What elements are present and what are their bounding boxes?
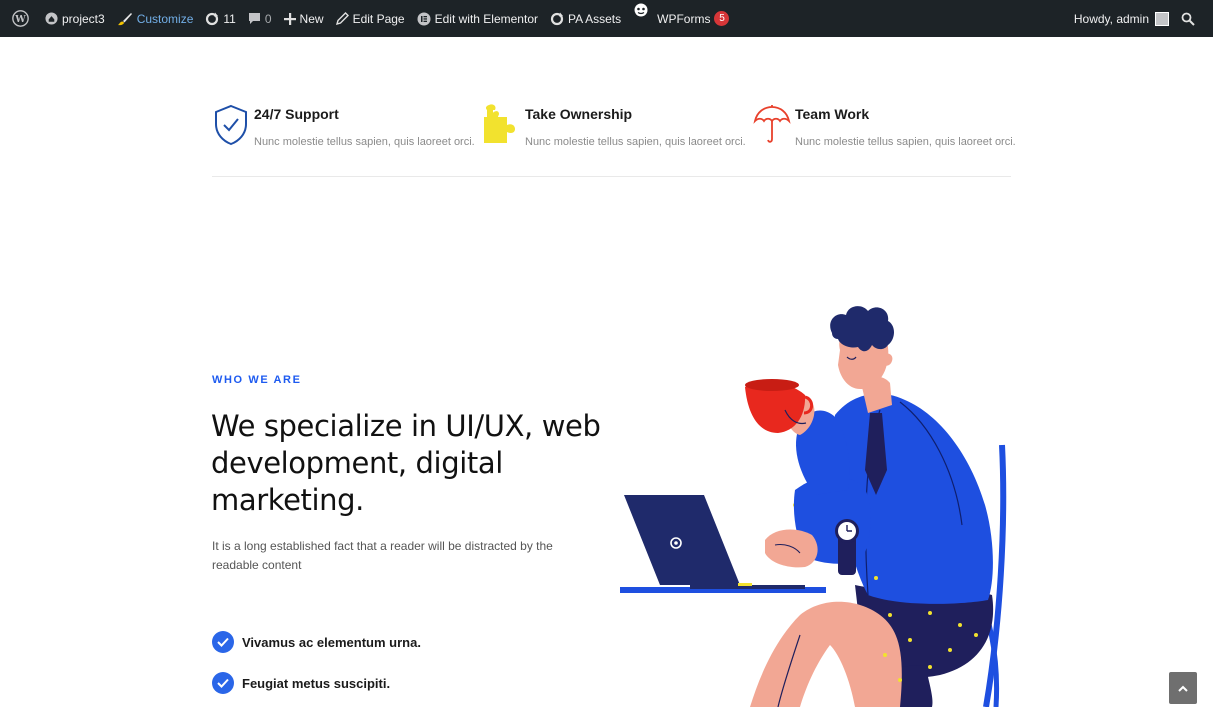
- section-headline: We specialize in UI/UX, web development,…: [211, 409, 601, 517]
- edit-elementor-label: Edit with Elementor: [434, 11, 538, 26]
- search-icon: [1181, 12, 1195, 26]
- customize-label: Customize: [136, 11, 194, 26]
- wpforms-notification-badge: 5: [714, 11, 730, 26]
- wordpress-icon: W: [12, 10, 29, 27]
- feature-ownership: Take Ownership Nunc molestie tellus sapi…: [483, 100, 746, 160]
- check-item-label: Feugiat metus suscipiti.: [242, 675, 391, 691]
- edit-page-label: Edit Page: [352, 11, 405, 26]
- plus-icon: [283, 12, 296, 25]
- check-list-item: Feugiat metus suscipiti.: [212, 672, 390, 694]
- pa-assets-label: PA Assets: [568, 11, 622, 26]
- refresh-icon: [205, 12, 219, 26]
- search-button[interactable]: [1175, 0, 1205, 37]
- check-list-item: Vivamus ac elementum urna.: [212, 631, 421, 653]
- brush-icon: [117, 12, 133, 26]
- feature-title: 24/7 Support: [254, 106, 339, 122]
- section-eyebrow: WHO WE ARE: [212, 374, 302, 386]
- new-content-link[interactable]: New: [278, 0, 330, 37]
- new-label: New: [299, 11, 324, 26]
- check-item-label: Vivamus ac elementum urna.: [242, 634, 421, 650]
- home-icon: [45, 12, 58, 25]
- edit-elementor-link[interactable]: Edit with Elementor: [411, 0, 544, 37]
- check-circle-icon: [212, 672, 234, 694]
- feature-title: Team Work: [795, 106, 870, 122]
- shield-check-icon: [215, 104, 247, 146]
- svg-text:W: W: [14, 14, 26, 25]
- feature-title: Take Ownership: [525, 106, 633, 122]
- my-account-link[interactable]: Howdy, admin: [1068, 0, 1175, 37]
- wpforms-bear-icon: [633, 2, 649, 18]
- admin-bar: W project3 Customize 11 0 New Edit Page …: [0, 0, 1213, 37]
- scroll-to-top-button[interactable]: [1169, 672, 1197, 704]
- feature-support: 24/7 Support Nunc molestie tellus sapien…: [212, 100, 475, 160]
- edit-page-link[interactable]: Edit Page: [330, 0, 411, 37]
- feature-text: Nunc molestie tellus sapien, quis laoree…: [254, 136, 475, 148]
- feature-teamwork: Team Work Nunc molestie tellus sapien, q…: [753, 100, 1016, 160]
- section-divider: [212, 176, 1011, 177]
- check-circle-icon: [212, 631, 234, 653]
- wpforms-label: WPForms: [657, 11, 711, 26]
- howdy-label: Howdy, admin: [1073, 11, 1149, 26]
- refresh-icon: [550, 12, 564, 26]
- pa-assets-link[interactable]: PA Assets: [544, 0, 627, 37]
- pencil-icon: [335, 12, 349, 25]
- feature-text: Nunc molestie tellus sapien, quis laoree…: [525, 136, 746, 148]
- wordpress-logo-button[interactable]: W: [6, 0, 39, 37]
- updates-link[interactable]: 11: [199, 0, 241, 37]
- comments-count: 0: [264, 11, 272, 26]
- feature-text: Nunc molestie tellus sapien, quis laoree…: [795, 136, 1016, 148]
- section-lead: It is a long established fact that a rea…: [212, 539, 553, 572]
- comments-link[interactable]: 0: [242, 0, 278, 37]
- elementor-icon: [417, 12, 431, 26]
- site-name-label: project3: [62, 11, 105, 26]
- chevron-up-icon: [1178, 679, 1188, 697]
- customize-link[interactable]: Customize: [111, 0, 200, 37]
- puzzle-icon: [484, 104, 515, 143]
- man-with-coffee-illustration: [620, 306, 1007, 707]
- comment-icon: [248, 12, 261, 25]
- umbrella-icon: [753, 105, 791, 143]
- site-name-link[interactable]: project3: [39, 0, 111, 37]
- wpforms-link[interactable]: WPForms 5: [627, 0, 735, 37]
- updates-count: 11: [223, 11, 236, 26]
- avatar: [1155, 11, 1169, 26]
